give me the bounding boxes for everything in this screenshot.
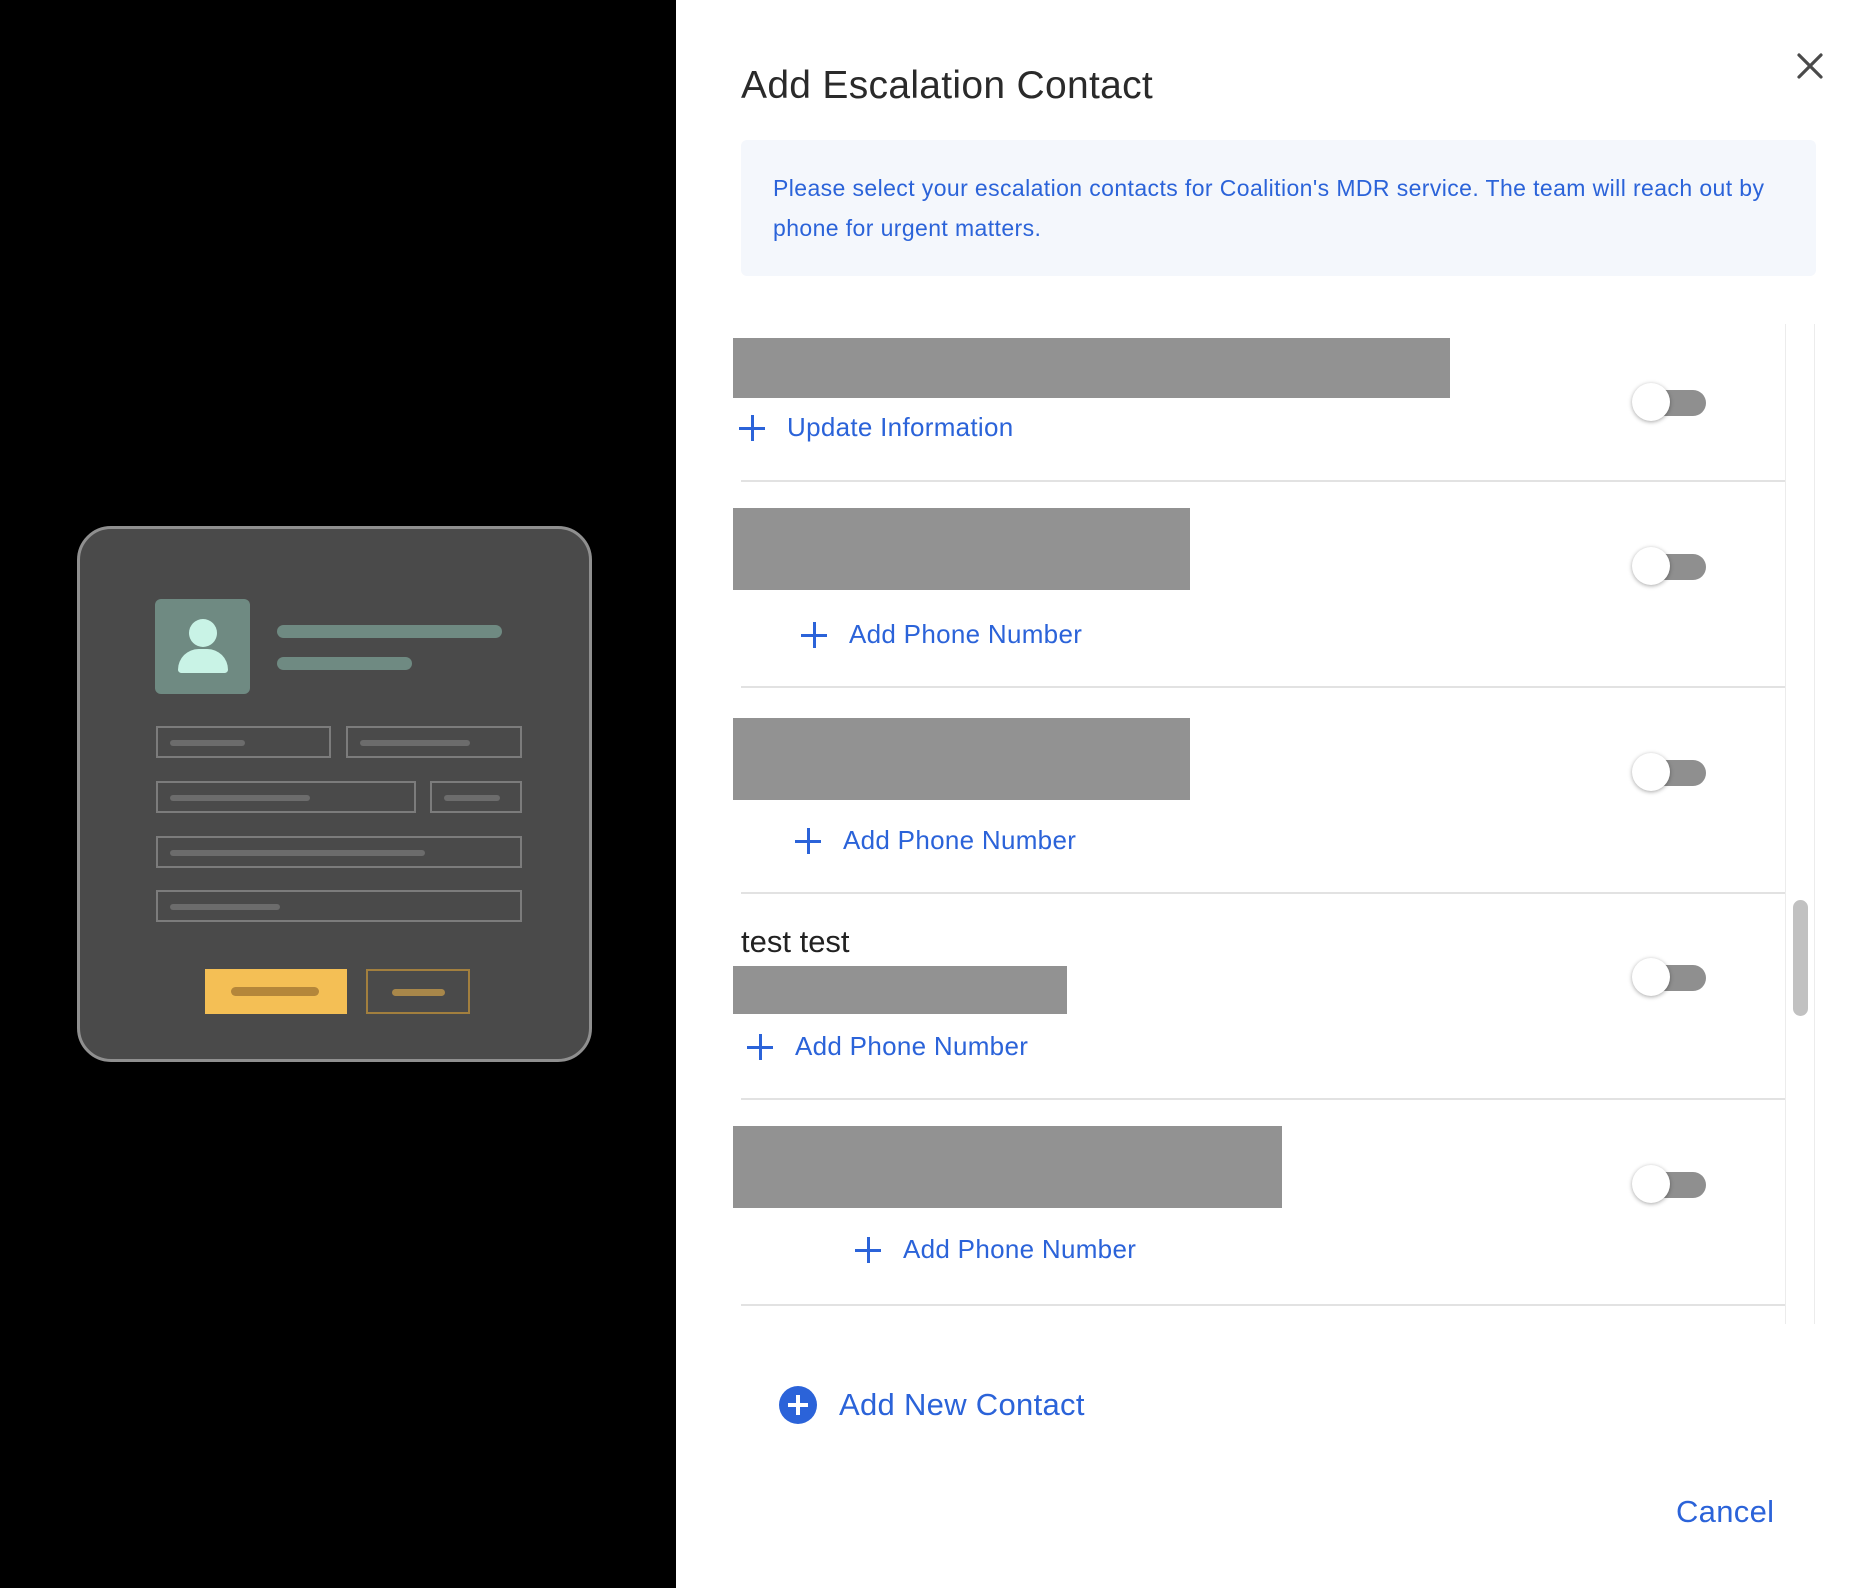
link-label: Update Information (787, 412, 1014, 442)
add-phone-number-link[interactable]: Add Phone Number (801, 619, 1082, 650)
redacted-contact-info (733, 338, 1450, 398)
contact-row: Add Phone Number (733, 1100, 1786, 1306)
plus-icon (739, 414, 765, 441)
illustration-primary-button (205, 969, 347, 1014)
contact-row: test test Add Phone Number (733, 894, 1786, 1100)
add-phone-number-link[interactable]: Add Phone Number (855, 1234, 1136, 1265)
link-label: Add Phone Number (849, 619, 1083, 649)
contact-toggle[interactable] (1632, 956, 1712, 998)
info-text: Please select your escalation contacts f… (773, 175, 1765, 241)
illustration-secondary-button (366, 969, 470, 1014)
link-label: Add Phone Number (843, 825, 1077, 855)
redacted-contact-info (733, 718, 1190, 800)
plus-icon (855, 1236, 881, 1263)
contact-name: test test (741, 924, 850, 959)
contact-row: Update Information (733, 324, 1786, 482)
info-banner: Please select your escalation contacts f… (741, 140, 1816, 276)
contact-toggle[interactable] (1632, 1163, 1712, 1205)
scrollbar-thumb[interactable] (1793, 900, 1808, 1016)
contact-toggle[interactable] (1632, 545, 1712, 587)
plus-icon (747, 1033, 773, 1060)
redacted-contact-info (733, 508, 1190, 590)
illustration-field (156, 781, 416, 813)
add-new-contact-label: Add New Contact (839, 1387, 1085, 1422)
add-phone-number-link[interactable]: Add Phone Number (747, 1031, 1028, 1062)
add-phone-number-link[interactable]: Add Phone Number (795, 825, 1076, 856)
drawer-title: Add Escalation Contact (741, 64, 1154, 107)
link-label: Add Phone Number (795, 1031, 1029, 1061)
redacted-contact-info (733, 966, 1067, 1014)
contact-toggle[interactable] (1632, 751, 1712, 793)
contact-row: Add Phone Number (733, 482, 1786, 688)
illustration-field (156, 890, 522, 922)
person-avatar-icon (155, 599, 250, 694)
contact-form-illustration (77, 526, 592, 1062)
scrollbar[interactable] (1785, 324, 1815, 1324)
update-information-link[interactable]: Update Information (739, 412, 1014, 443)
contact-toggle[interactable] (1632, 381, 1712, 423)
illustration-panel (0, 0, 676, 1588)
illustration-field (156, 836, 522, 868)
illustration-field (156, 726, 331, 758)
close-button[interactable] (1790, 46, 1830, 86)
plus-icon (801, 621, 827, 648)
row-divider (741, 1304, 1786, 1306)
link-label: Add Phone Number (903, 1234, 1137, 1264)
cancel-button[interactable]: Cancel (1676, 1494, 1774, 1530)
add-escalation-contact-drawer: Add Escalation Contact Please select you… (676, 0, 1860, 1588)
add-new-contact-button[interactable]: Add New Contact (779, 1386, 1085, 1424)
illustration-field (346, 726, 522, 758)
plus-icon (795, 827, 821, 854)
plus-circle-icon (779, 1386, 817, 1424)
close-icon (1797, 53, 1823, 79)
illustration-subtitle-line (277, 657, 412, 670)
illustration-field (430, 781, 522, 813)
contact-row: Add Phone Number (733, 688, 1786, 894)
illustration-name-line (277, 625, 502, 638)
contacts-list: Update Information Add Phone Number Add … (733, 324, 1818, 1324)
redacted-contact-info (733, 1126, 1282, 1208)
